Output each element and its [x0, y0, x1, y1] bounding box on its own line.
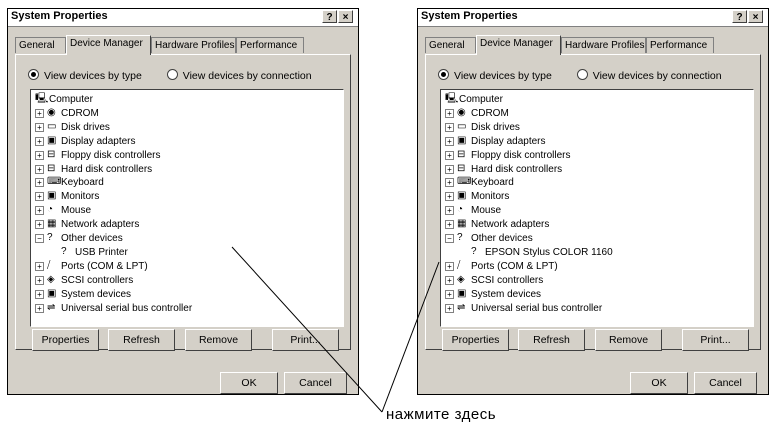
callout-line-right	[381, 261, 440, 413]
callout-line-left	[231, 246, 383, 413]
callout-label: нажмите здесь	[386, 406, 497, 423]
tab-device-manager[interactable]: Device Manager	[66, 35, 151, 55]
callout-lines	[231, 246, 440, 413]
tab-device-manager[interactable]: Device Manager	[476, 35, 561, 55]
